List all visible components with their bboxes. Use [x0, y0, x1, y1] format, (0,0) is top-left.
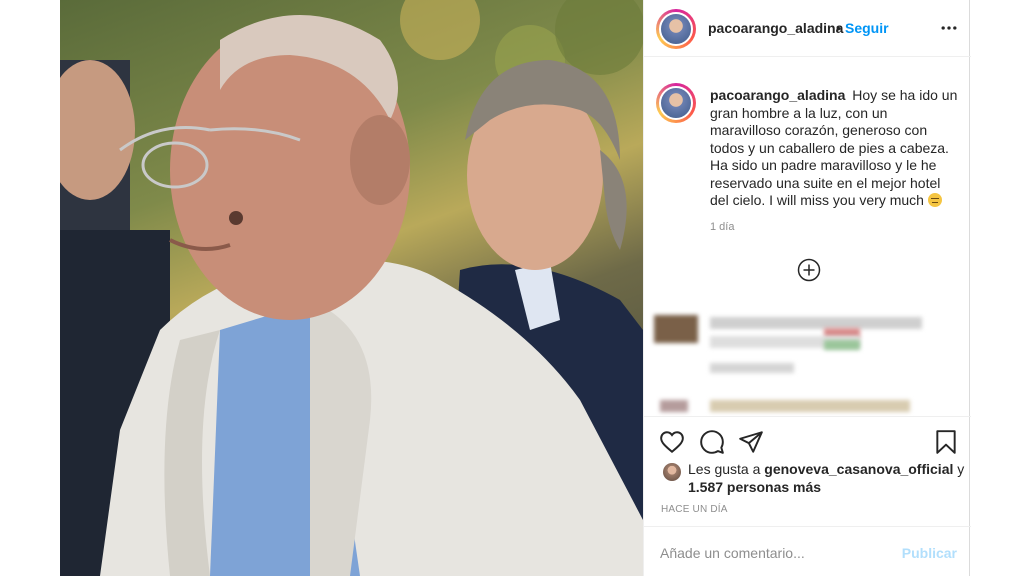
caption-username[interactable]: pacoarango_aladina: [710, 87, 845, 103]
comment-icon[interactable]: [699, 429, 725, 455]
likes-summary: Les gusta a genoveva_casanova_official y: [688, 461, 964, 477]
comment-input[interactable]: [660, 543, 890, 563]
heart-icon[interactable]: [659, 429, 685, 455]
post-photo-illustration: [60, 0, 643, 576]
caption-body: Hoy se ha ido un gran hombre a la luz, c…: [710, 87, 958, 208]
header-separator: •: [836, 20, 841, 36]
post-header: pacoarango_aladina • Seguir: [644, 0, 971, 57]
publish-button[interactable]: Publicar: [902, 545, 957, 561]
likes-prefix: Les gusta a: [688, 461, 761, 477]
caption-text: pacoarango_aladina Hoy se ha ido un gran…: [710, 87, 958, 210]
likes-count-row: 1.587 personas más: [688, 479, 821, 495]
share-icon[interactable]: [738, 429, 764, 455]
liker-avatar[interactable]: [663, 463, 681, 481]
likes-conjunction: y: [957, 461, 965, 477]
likes-count[interactable]: 1.587 personas más: [688, 479, 821, 495]
post-date[interactable]: HACE UN DÍA: [661, 504, 728, 515]
comment-bar: Publicar: [644, 526, 971, 576]
follow-button[interactable]: Seguir: [845, 20, 889, 36]
load-more-comments-icon[interactable]: [797, 258, 821, 282]
author-username[interactable]: pacoarango_aladina: [708, 20, 843, 36]
caption-timestamp[interactable]: 1 día: [710, 221, 734, 233]
post-panel: pacoarango_aladina • Seguir pacoarango_a…: [643, 0, 971, 576]
liker-username[interactable]: genoveva_casanova_official: [764, 461, 953, 477]
more-options-icon[interactable]: [939, 18, 959, 38]
caption-avatar[interactable]: [656, 83, 696, 123]
blurred-comments: [644, 300, 971, 416]
author-avatar[interactable]: [656, 9, 696, 49]
sad-face-emoji: [927, 193, 942, 207]
action-bar: [644, 416, 971, 464]
post-photo[interactable]: [60, 0, 643, 576]
bookmark-icon[interactable]: [933, 429, 959, 455]
